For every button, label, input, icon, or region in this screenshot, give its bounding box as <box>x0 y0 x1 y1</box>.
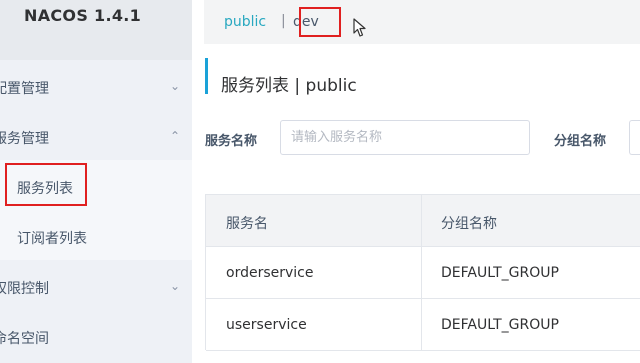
group-name-input[interactable] <box>629 120 640 155</box>
service-name-cell: orderservice <box>226 265 314 281</box>
group-name-label: 分组名称 <box>554 134 607 149</box>
sidebar-item-label: 服务管理 <box>0 131 49 147</box>
mouse-cursor-icon <box>353 18 366 37</box>
sidebar-item-label: 命名空间 <box>0 331 49 347</box>
table-row[interactable]: orderservice DEFAULT_GROUP <box>206 247 640 299</box>
service-table: 服务名 分组名称 orderservice DEFAULT_GROUP user… <box>205 194 640 351</box>
highlight-box <box>299 7 341 37</box>
sidebar-item-namespace[interactable]: 命名空间 <box>0 312 192 362</box>
namespace-public-link[interactable]: public <box>224 14 266 30</box>
page-title: 服务列表 | public <box>221 76 357 96</box>
sidebar-item-label: 权限控制 <box>0 281 49 297</box>
column-divider <box>421 195 422 351</box>
sidebar-item-subscriber-list[interactable]: 订阅者列表 <box>0 212 192 262</box>
nacos-console: NACOS 1.4.1 配置管理 ⌄ 服务管理 ⌃ 服务列表 订阅者列表 权限控… <box>0 0 640 363</box>
column-header-service-name: 服务名 <box>226 216 268 232</box>
chevron-up-icon: ⌃ <box>169 129 180 143</box>
chevron-down-icon: ⌄ <box>169 279 180 293</box>
title-accent-bar <box>205 58 208 94</box>
column-header-group-name: 分组名称 <box>441 216 497 232</box>
brand-header: NACOS 1.4.1 <box>0 0 192 60</box>
group-name-cell: DEFAULT_GROUP <box>441 317 559 333</box>
namespace-bar: public | dev <box>204 0 640 44</box>
chevron-down-icon: ⌄ <box>169 79 180 93</box>
service-name-input[interactable] <box>280 120 530 155</box>
sidebar-item-label: 配置管理 <box>0 81 49 97</box>
main-content: public | dev 服务列表 | public 服务名称 分组名称 服务名… <box>192 0 640 363</box>
namespace-separator: | <box>281 13 286 29</box>
table-row[interactable]: userservice DEFAULT_GROUP <box>206 299 640 351</box>
sidebar-item-config-management[interactable]: 配置管理 ⌄ <box>0 62 192 112</box>
group-name-cell: DEFAULT_GROUP <box>441 265 559 281</box>
sidebar-item-service-management[interactable]: 服务管理 ⌃ <box>0 112 192 162</box>
sidebar-item-label: 订阅者列表 <box>17 231 87 247</box>
table-header: 服务名 分组名称 <box>206 195 640 247</box>
sidebar: NACOS 1.4.1 配置管理 ⌄ 服务管理 ⌃ 服务列表 订阅者列表 权限控… <box>0 0 192 363</box>
service-name-label: 服务名称 <box>205 134 258 149</box>
service-name-cell: userservice <box>226 317 307 333</box>
brand-title: NACOS 1.4.1 <box>24 6 142 25</box>
highlight-box <box>5 163 87 206</box>
sidebar-item-access-control[interactable]: 权限控制 ⌄ <box>0 262 192 312</box>
